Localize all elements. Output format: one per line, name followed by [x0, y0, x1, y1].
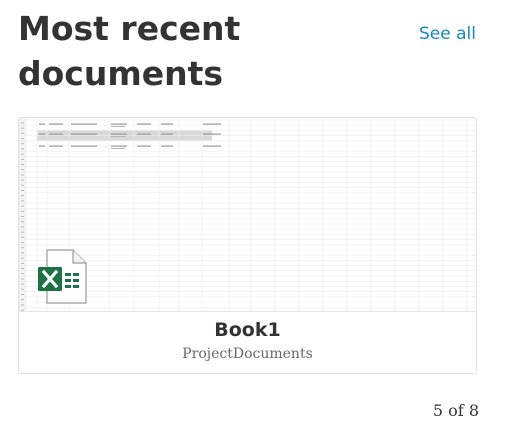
document-location: ProjectDocuments	[182, 346, 313, 362]
excel-icon	[38, 249, 87, 304]
pagination-indicator: 5 of 8	[432, 401, 479, 420]
document-thumbnail	[19, 118, 476, 311]
see-all-link[interactable]: See all	[419, 24, 476, 44]
document-name: Book1	[214, 319, 281, 341]
card-divider	[19, 311, 476, 312]
document-card[interactable]: Book1 ProjectDocuments	[18, 117, 477, 374]
section-title: Most recent documents	[18, 9, 241, 93]
